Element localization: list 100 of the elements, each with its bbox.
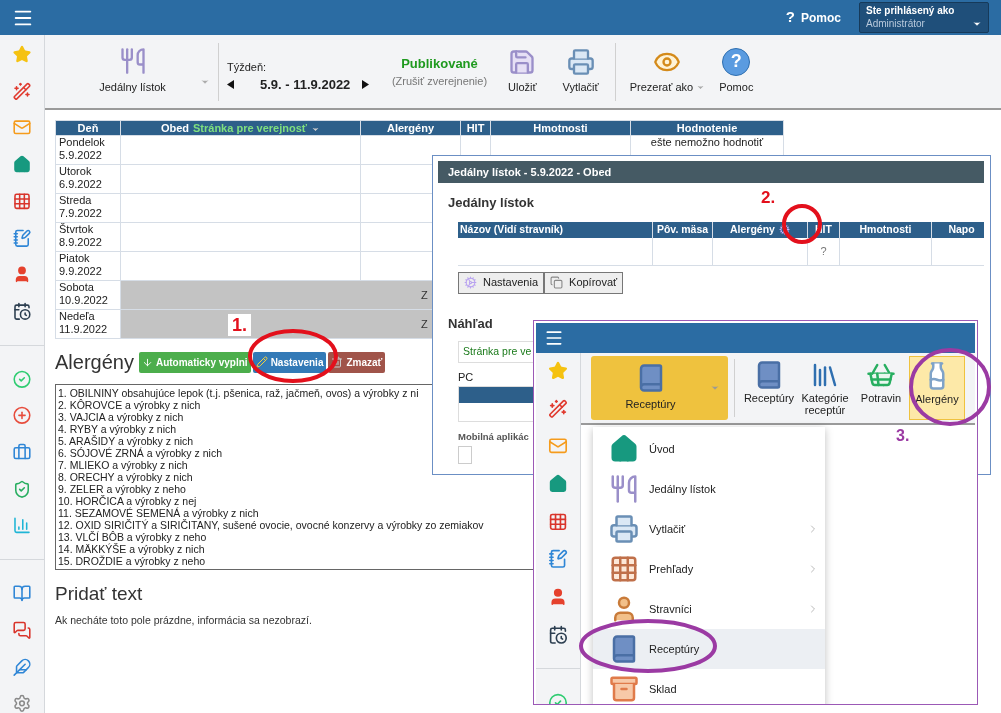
settings-icon[interactable] (12, 694, 32, 713)
settings-button[interactable]: Nastavenia (252, 351, 327, 373)
help-button[interactable]: ? Pomoc (709, 47, 764, 96)
preview-heading: Náhľad (448, 314, 493, 333)
mobile-checkbox[interactable] (458, 445, 472, 464)
help-icon: ? (722, 47, 751, 76)
day-cell: Nedeľa 11.9.2022 (55, 309, 121, 339)
chart-icon[interactable] (12, 516, 32, 536)
menu-icon[interactable] (544, 328, 564, 348)
allergens-heading: Alergény (55, 350, 134, 375)
step-number: 3. (896, 426, 910, 446)
allergen-item: 1. OBILNINY obsahujúce lepok (t.j. pšenica, raž, jačmeň, ovos) a výrobky z ni (58, 387, 419, 399)
status-text: Publikované (401, 54, 478, 73)
column-header: Pôv. mäsa (653, 221, 713, 238)
caret-icon (972, 19, 982, 29)
pc-label: PC (458, 370, 474, 385)
day-cell: Streda 7.9.2022 (55, 193, 121, 223)
allergen-item: 14. MÄKKÝŠE a výrobky z nich (58, 543, 205, 555)
column-header: Hmotnosti (490, 120, 631, 136)
user-icon[interactable] (548, 587, 568, 607)
day-cell: Štvrtok 8.9.2022 (55, 222, 121, 252)
menu-item[interactable]: Úvod (593, 429, 825, 469)
view-as-button[interactable]: Prezerať ako (625, 47, 710, 96)
next-week-icon[interactable] (362, 80, 370, 90)
milk-tool-button[interactable]: Alergény (909, 356, 965, 420)
magic-wand-icon[interactable] (548, 398, 568, 419)
help-icon[interactable]: ? (785, 6, 795, 29)
grid-icon[interactable] (548, 511, 568, 532)
chat-icon[interactable] (12, 620, 32, 640)
home-icon[interactable] (548, 474, 568, 494)
column-header: Názov (Vidí stravník) (458, 221, 653, 238)
day-cell: Sobota 10.9.2022 (55, 280, 121, 310)
basket-tool-button[interactable]: Potravin (853, 356, 909, 420)
feather-icon[interactable] (12, 657, 32, 677)
column-header: Alergény (360, 120, 461, 136)
menu-dropdown[interactable]: Jedálny lístok (65, 47, 210, 96)
day-cell: Utorok 6.9.2022 (55, 164, 121, 194)
day-cell: Pondelok 5.9.2022 (55, 135, 121, 165)
shield-icon[interactable] (12, 479, 32, 499)
printer-icon (609, 514, 639, 544)
allergen-item: 12. OXID SIRIČITÝ a SIRIČITANY, sušené ovocie, ovocné konzervy a výrobky zo zemiakov (58, 519, 484, 531)
star-icon[interactable] (12, 45, 32, 64)
menu-item[interactable]: Stravníci (593, 589, 825, 629)
allergen-item: 11. SEZAMOVÉ SEMENÁ a výrobky z nich (58, 507, 259, 519)
allergen-item: 3. VAJCIA a výrobky z nich (58, 411, 184, 423)
allergen-item: 10. HORČICA a výrobky z nej (58, 495, 197, 507)
help-link[interactable]: Pomoc (801, 8, 841, 27)
allergen-item: 2. KÔROVCE a výrobky z nich (58, 399, 201, 411)
menu-item[interactable]: Sklad (593, 669, 825, 704)
column-header: Deň (55, 120, 121, 136)
rating-text: ešte nemožno hodnotiť (650, 136, 764, 148)
save-icon (508, 47, 537, 76)
books-tool-button[interactable]: Kategórie receptúr (797, 356, 853, 420)
notebook-icon[interactable] (548, 549, 568, 570)
check-icon[interactable] (12, 369, 32, 389)
allergen-item: 4. RYBY a výrobky z nich (58, 423, 177, 435)
add-text-hint: Ak necháte toto pole prázdne, informácia sa nezobrazí. (55, 612, 312, 628)
column-header: Alergény (713, 221, 808, 238)
menu-item[interactable]: Receptúry (593, 629, 825, 669)
recipes-dropdown[interactable]: Receptúry (591, 356, 728, 420)
calendar-icon[interactable] (12, 301, 32, 321)
arrow-down-icon (141, 356, 153, 368)
magic-wand-icon[interactable] (12, 81, 32, 101)
day-cell: Piatok 9.9.2022 (55, 251, 121, 281)
column-header: Napo (932, 221, 984, 238)
gear-icon[interactable] (778, 224, 790, 235)
week-label: Týždeň: (227, 59, 268, 75)
star-icon[interactable] (548, 361, 568, 381)
allergen-item: 8. ORECHY a výrobky z nich (58, 471, 193, 483)
calendar-icon[interactable] (548, 624, 568, 645)
unpublish-link[interactable]: (Zrušiť zverejnenie) (391, 73, 488, 90)
mobile-label: Mobilná aplikác (458, 429, 529, 444)
previous-week-icon[interactable] (227, 80, 234, 90)
column-header: Obed Stránka pre verejnosť (120, 120, 361, 136)
home-icon[interactable] (12, 155, 32, 174)
menu-item[interactable]: Jedálny lístok (593, 469, 825, 509)
allergen-item: 15. DROŽDIE a výrobky z neho (58, 555, 206, 567)
house-icon (609, 434, 639, 464)
book-icon[interactable] (12, 584, 32, 603)
add-text-heading: Pridať text (55, 582, 143, 606)
cutlery-icon (118, 47, 147, 76)
settings-button[interactable]: Nastavenia (458, 271, 545, 294)
save-button[interactable]: Uložiť (502, 47, 543, 96)
copy-button[interactable]: Kopírovať (544, 271, 624, 294)
user-dropdown[interactable]: Ste prihlásený ako Administrátor (859, 2, 989, 33)
book-tool-button[interactable]: Receptúry (741, 356, 797, 420)
notebook-icon[interactable] (12, 228, 32, 248)
week-range: 5.9. - 11.9.2022 (260, 76, 351, 94)
mail-icon[interactable] (548, 436, 568, 456)
menu-item[interactable]: Prehľady (593, 549, 825, 589)
print-button[interactable]: Vytlačiť (556, 47, 605, 96)
copy-icon (550, 276, 564, 289)
menu-item[interactable]: Vytlačiť (593, 509, 825, 549)
user-value: Administrátor (866, 17, 925, 31)
delete-button[interactable]: Zmazať (328, 351, 386, 373)
pencil-icon (255, 356, 268, 368)
allergen-item: 6. SÓJOVÉ ZRNÁ a výrobky z nich (58, 447, 222, 459)
briefcase-icon[interactable] (12, 443, 32, 462)
grid-icon[interactable] (12, 191, 32, 211)
printer-icon (566, 47, 595, 76)
